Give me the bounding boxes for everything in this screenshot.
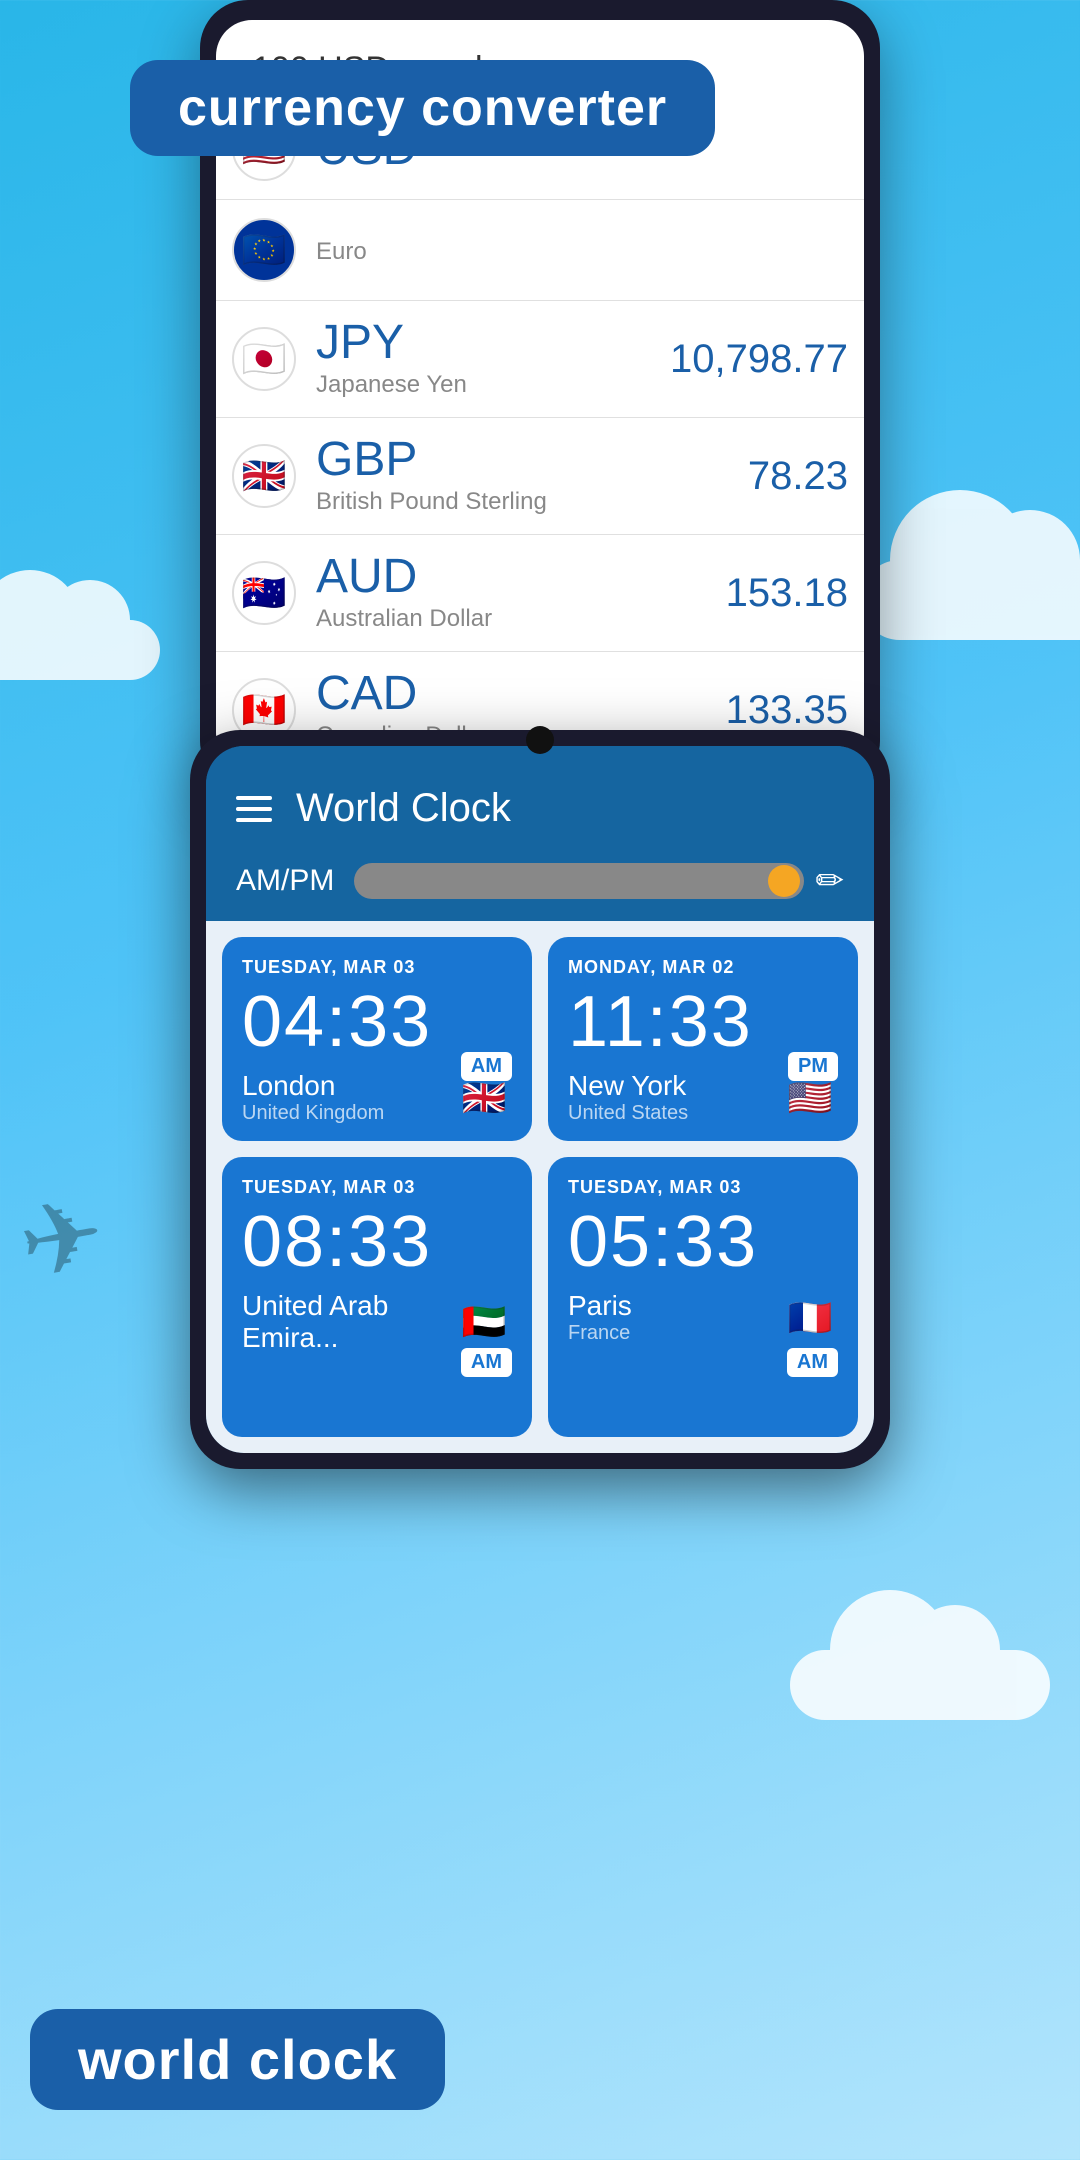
card-country-paris: France	[568, 1322, 782, 1345]
currency-name-aud: Australian Dollar	[316, 605, 726, 633]
card-city-uae: United Arab Emira...	[242, 1290, 456, 1354]
currency-info-jpy: JPY Japanese Yen	[316, 319, 670, 399]
clock-grid: TUESDAY, MAR 03 04:33 AM London United K…	[206, 921, 874, 1453]
currency-code-cad: CAD	[316, 670, 726, 718]
currency-value-cad: 133.35	[726, 688, 848, 733]
card-time-newyork: 11:33	[568, 986, 838, 1058]
currency-value-gbp: 78.23	[748, 454, 848, 499]
currency-converter-label: currency converter	[178, 79, 667, 137]
cloud-decoration-2	[0, 620, 160, 680]
world-clock-subheader: AM/PM ✏	[206, 851, 874, 921]
world-clock-title: World Clock	[296, 786, 844, 831]
currency-name-eur: Euro	[316, 238, 848, 266]
currency-converter-label-box: currency converter	[130, 60, 715, 156]
currency-row-jpy: 🇯🇵 JPY Japanese Yen 10,798.77	[216, 301, 864, 418]
world-clock-header: World Clock	[206, 746, 874, 851]
clock-card-paris[interactable]: TUESDAY, MAR 03 05:33 AM Paris France 🇫🇷	[548, 1157, 858, 1437]
card-time-uae: 08:33	[242, 1206, 512, 1278]
flag-jpy: 🇯🇵	[232, 327, 296, 391]
currency-value-jpy: 10,798.77	[670, 337, 848, 382]
card-time-london: 04:33	[242, 986, 512, 1058]
card-ampm-london: AM	[461, 1052, 512, 1081]
card-city-row-uae: United Arab Emira... 🇦🇪	[242, 1290, 512, 1354]
card-date-london: TUESDAY, MAR 03	[242, 957, 512, 978]
hamburger-line-1	[236, 796, 272, 800]
edit-icon[interactable]: ✏	[816, 861, 845, 901]
currency-name-gbp: British Pound Sterling	[316, 488, 748, 516]
currency-code-gbp: GBP	[316, 436, 748, 484]
card-city-row-paris: Paris France 🇫🇷	[568, 1290, 838, 1345]
world-clock-screen: World Clock AM/PM ✏ TUESDAY, MAR 03 04:3…	[206, 746, 874, 1453]
world-clock-label: world clock	[78, 2028, 397, 2091]
currency-info-gbp: GBP British Pound Sterling	[316, 436, 748, 516]
clock-card-newyork[interactable]: MONDAY, MAR 02 11:33 PM New York United …	[548, 937, 858, 1141]
card-city-info-paris: Paris France	[568, 1290, 782, 1345]
card-city-info-newyork: New York United States	[568, 1070, 782, 1125]
currency-row-gbp: 🇬🇧 GBP British Pound Sterling 78.23	[216, 418, 864, 535]
card-flag-newyork: 🇺🇸	[782, 1079, 838, 1117]
currency-code-jpy: JPY	[316, 319, 670, 367]
card-flag-uae: 🇦🇪	[456, 1303, 512, 1341]
card-ampm-newyork: PM	[788, 1052, 838, 1081]
card-flag-paris: 🇫🇷	[782, 1299, 838, 1337]
card-time-paris: 05:33	[568, 1206, 838, 1278]
card-city-info-uae: United Arab Emira...	[242, 1290, 456, 1354]
card-flag-london: 🇬🇧	[456, 1079, 512, 1117]
phone-camera	[526, 726, 554, 754]
clock-card-london[interactable]: TUESDAY, MAR 03 04:33 AM London United K…	[222, 937, 532, 1141]
clock-card-uae[interactable]: TUESDAY, MAR 03 08:33 AM United Arab Emi…	[222, 1157, 532, 1437]
world-clock-label-box: world clock	[30, 2009, 445, 2110]
card-date-newyork: MONDAY, MAR 02	[568, 957, 838, 978]
currency-code-aud: AUD	[316, 553, 726, 601]
ampm-label: AM/PM	[236, 864, 334, 898]
currency-value-aud: 153.18	[726, 571, 848, 616]
card-country-london: United Kingdom	[242, 1102, 456, 1125]
cloud-decoration-1	[860, 560, 1080, 640]
card-ampm-uae: AM	[461, 1348, 512, 1377]
card-date-uae: TUESDAY, MAR 03	[242, 1177, 512, 1198]
hamburger-line-3	[236, 818, 272, 822]
currency-row-aud: 🇦🇺 AUD Australian Dollar 153.18	[216, 535, 864, 652]
hamburger-menu-button[interactable]	[236, 796, 272, 822]
ampm-toggle[interactable]	[354, 863, 803, 899]
currency-row-eur: 🇪🇺 Euro	[216, 200, 864, 301]
card-city-newyork: New York	[568, 1070, 782, 1102]
card-city-london: London	[242, 1070, 456, 1102]
flag-gbp: 🇬🇧	[232, 444, 296, 508]
world-clock-phone: World Clock AM/PM ✏ TUESDAY, MAR 03 04:3…	[190, 730, 890, 1469]
currency-info-eur: Euro	[316, 234, 848, 266]
currency-info-aud: AUD Australian Dollar	[316, 553, 726, 633]
card-country-newyork: United States	[568, 1102, 782, 1125]
card-date-paris: TUESDAY, MAR 03	[568, 1177, 838, 1198]
card-city-info-london: London United Kingdom	[242, 1070, 456, 1125]
card-ampm-paris: AM	[787, 1348, 838, 1377]
cloud-decoration-3	[790, 1650, 1050, 1720]
currency-name-jpy: Japanese Yen	[316, 371, 670, 399]
flag-eur: 🇪🇺	[232, 218, 296, 282]
toggle-knob	[768, 865, 800, 897]
card-city-paris: Paris	[568, 1290, 782, 1322]
flag-aud: 🇦🇺	[232, 561, 296, 625]
hamburger-line-2	[236, 807, 272, 811]
airplane-decoration: ✈	[10, 1174, 113, 1304]
